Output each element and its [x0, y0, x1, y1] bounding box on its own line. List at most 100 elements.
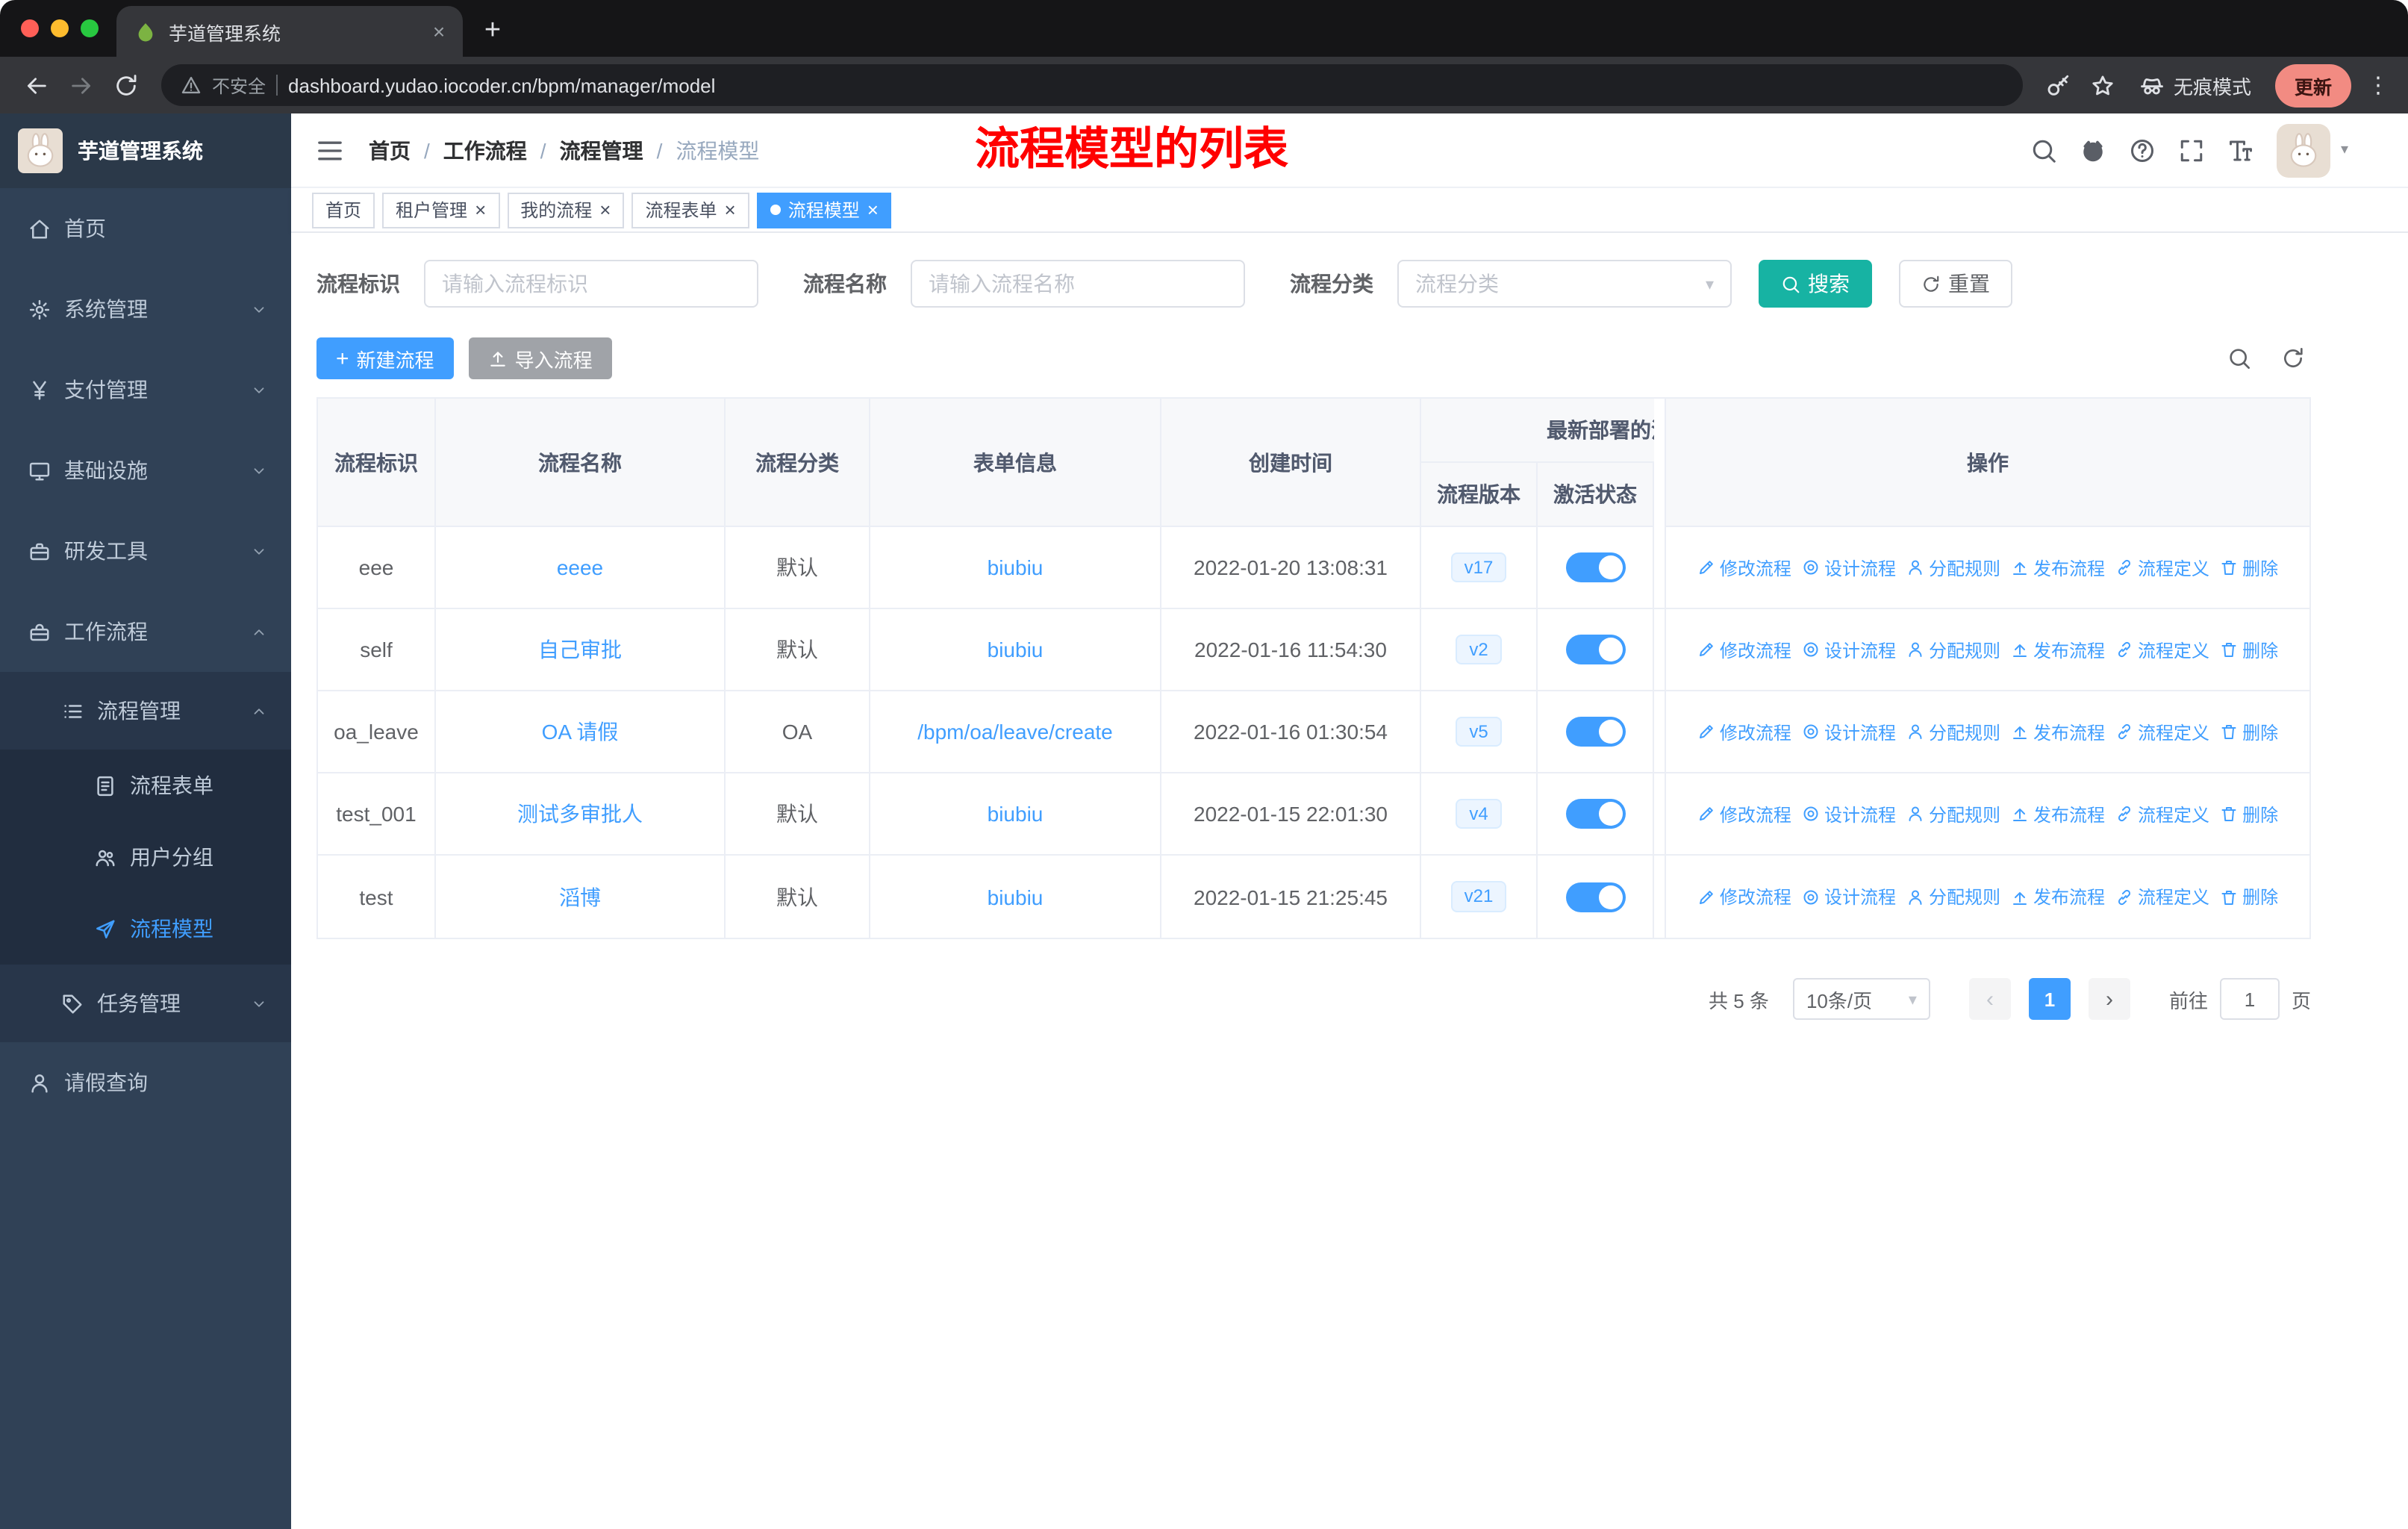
- process-name-link[interactable]: eeee: [557, 555, 603, 579]
- row-action-design[interactable]: 设计流程: [1802, 884, 1896, 909]
- form-link[interactable]: biubiu: [988, 638, 1044, 661]
- browser-tab[interactable]: 芋道管理系统 ×: [116, 6, 463, 57]
- close-icon[interactable]: ×: [725, 200, 736, 219]
- row-action-definition[interactable]: 流程定义: [2115, 801, 2209, 826]
- row-action-delete[interactable]: 删除: [2220, 555, 2278, 580]
- row-action-delete[interactable]: 删除: [2220, 884, 2278, 909]
- row-action-definition[interactable]: 流程定义: [2115, 637, 2209, 662]
- passwords-key-button[interactable]: [2038, 64, 2080, 106]
- row-action-assign-rules[interactable]: 分配规则: [1906, 801, 2000, 826]
- process-name-link[interactable]: 自己审批: [538, 635, 622, 664]
- active-toggle[interactable]: [1565, 552, 1625, 582]
- process-name-link[interactable]: 测试多审批人: [517, 799, 643, 829]
- row-action-assign-rules[interactable]: 分配规则: [1906, 719, 2000, 744]
- row-action-definition[interactable]: 流程定义: [2115, 884, 2209, 909]
- new-tab-button[interactable]: +: [472, 10, 514, 52]
- create-process-button[interactable]: + 新建流程: [316, 337, 454, 379]
- sidebar-item-workflow[interactable]: 工作流程: [0, 591, 291, 672]
- sidebar-item-user-group[interactable]: 用户分组: [0, 821, 291, 893]
- sidebar-item-payment[interactable]: 支付管理: [0, 349, 291, 430]
- fullscreen-icon[interactable]: [2178, 137, 2205, 164]
- user-avatar[interactable]: [2276, 123, 2330, 177]
- active-toggle[interactable]: [1565, 635, 1625, 664]
- process-name-link[interactable]: OA 请假: [542, 717, 619, 747]
- sidebar-item-devtools[interactable]: 研发工具: [0, 511, 291, 591]
- form-link[interactable]: biubiu: [988, 802, 1044, 826]
- active-toggle[interactable]: [1565, 717, 1625, 747]
- form-link[interactable]: /bpm/oa/leave/create: [917, 720, 1113, 744]
- row-action-delete[interactable]: 删除: [2220, 637, 2278, 662]
- row-action-design[interactable]: 设计流程: [1802, 801, 1896, 826]
- search-button[interactable]: 搜索: [1759, 260, 1872, 308]
- tag-process-model[interactable]: 流程模型 ×: [756, 192, 892, 228]
- toggle-search-icon[interactable]: [2227, 346, 2251, 370]
- sidebar-item-leave-query[interactable]: 请假查询: [0, 1042, 291, 1123]
- row-action-assign-rules[interactable]: 分配规则: [1906, 637, 2000, 662]
- app-logo[interactable]: 芋道管理系统: [0, 113, 291, 188]
- github-icon[interactable]: [2080, 137, 2106, 164]
- address-bar[interactable]: 不安全 dashboard.yudao.iocoder.cn/bpm/manag…: [161, 64, 2023, 106]
- next-page-button[interactable]: ›: [2088, 978, 2130, 1020]
- update-chrome-button[interactable]: 更新: [2274, 63, 2351, 107]
- sidebar-item-process-management[interactable]: 流程管理: [0, 672, 291, 750]
- close-icon[interactable]: ×: [599, 200, 611, 219]
- zoom-window-button[interactable]: [81, 19, 99, 37]
- sidebar-item-home[interactable]: 首页: [0, 188, 291, 269]
- active-toggle[interactable]: [1565, 882, 1625, 912]
- row-action-edit[interactable]: 修改流程: [1697, 719, 1791, 744]
- form-link[interactable]: biubiu: [988, 885, 1044, 909]
- breadcrumb-home[interactable]: 首页: [369, 135, 411, 165]
- bookmark-button[interactable]: [2083, 64, 2124, 106]
- import-process-button[interactable]: 导入流程: [468, 337, 612, 379]
- row-action-publish[interactable]: 发布流程: [2011, 884, 2105, 909]
- close-tab-icon[interactable]: ×: [427, 19, 451, 43]
- tag-process-form[interactable]: 流程表单 ×: [631, 192, 749, 228]
- form-link[interactable]: biubiu: [988, 555, 1044, 579]
- sidebar-item-process-model[interactable]: 流程模型: [0, 893, 291, 965]
- goto-page-input[interactable]: [2219, 978, 2280, 1020]
- breadcrumb-process-management[interactable]: 流程管理: [560, 135, 643, 165]
- search-icon[interactable]: [2030, 137, 2057, 164]
- page-size-select[interactable]: 10条/页 ▾: [1792, 978, 1930, 1020]
- forward-button[interactable]: [60, 64, 102, 106]
- refresh-table-icon[interactable]: [2281, 346, 2305, 370]
- active-toggle[interactable]: [1565, 799, 1625, 829]
- row-action-edit[interactable]: 修改流程: [1697, 555, 1791, 580]
- process-name-link[interactable]: 滔博: [559, 882, 601, 912]
- row-action-publish[interactable]: 发布流程: [2011, 555, 2105, 580]
- tag-my-process[interactable]: 我的流程 ×: [507, 192, 625, 228]
- row-action-delete[interactable]: 删除: [2220, 719, 2278, 744]
- help-icon[interactable]: [2129, 137, 2156, 164]
- close-icon[interactable]: ×: [867, 200, 879, 219]
- minimize-window-button[interactable]: [51, 19, 69, 37]
- sidebar-item-task-management[interactable]: 任务管理: [0, 965, 291, 1042]
- reset-button[interactable]: 重置: [1899, 260, 2012, 308]
- process-key-input[interactable]: [442, 272, 740, 296]
- hamburger-icon[interactable]: [315, 135, 345, 165]
- sidebar-item-process-form[interactable]: 流程表单: [0, 750, 291, 821]
- page-1-button[interactable]: 1: [2028, 978, 2071, 1020]
- row-action-design[interactable]: 设计流程: [1802, 555, 1896, 580]
- row-action-edit[interactable]: 修改流程: [1697, 801, 1791, 826]
- row-action-publish[interactable]: 发布流程: [2011, 719, 2105, 744]
- sidebar-item-infrastructure[interactable]: 基础设施: [0, 430, 291, 511]
- tag-tenant-management[interactable]: 租户管理 ×: [382, 192, 500, 228]
- row-action-definition[interactable]: 流程定义: [2115, 719, 2209, 744]
- close-icon[interactable]: ×: [475, 200, 486, 219]
- row-action-design[interactable]: 设计流程: [1802, 719, 1896, 744]
- back-button[interactable]: [15, 64, 57, 106]
- sidebar-item-system[interactable]: 系统管理: [0, 269, 291, 349]
- tag-home[interactable]: 首页: [312, 192, 375, 228]
- font-size-icon[interactable]: [2227, 137, 2254, 164]
- row-action-edit[interactable]: 修改流程: [1697, 884, 1791, 909]
- row-action-publish[interactable]: 发布流程: [2011, 637, 2105, 662]
- reload-button[interactable]: [105, 64, 146, 106]
- row-action-assign-rules[interactable]: 分配规则: [1906, 555, 2000, 580]
- row-action-delete[interactable]: 删除: [2220, 801, 2278, 826]
- row-action-publish[interactable]: 发布流程: [2011, 801, 2105, 826]
- category-select[interactable]: 流程分类 ▾: [1397, 260, 1732, 308]
- breadcrumb-workflow[interactable]: 工作流程: [443, 135, 527, 165]
- row-action-design[interactable]: 设计流程: [1802, 637, 1896, 662]
- process-name-input[interactable]: [929, 272, 1227, 296]
- row-action-definition[interactable]: 流程定义: [2115, 555, 2209, 580]
